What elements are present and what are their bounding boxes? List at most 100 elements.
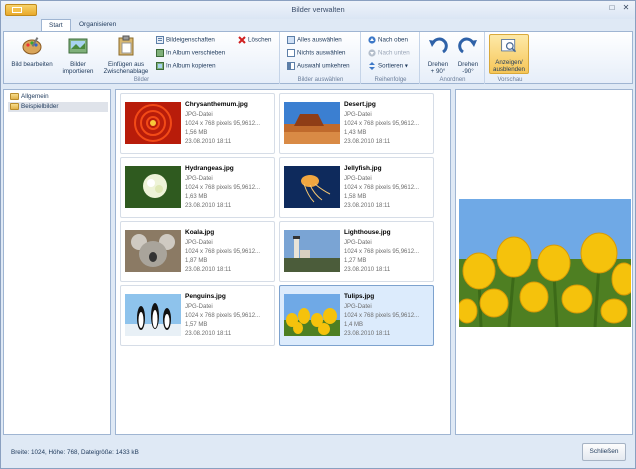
group-reihenfolge-label: Reihenfolge [374,77,407,83]
image-card-hydrangeas[interactable]: Hydrangeas.jpg JPG-Datei 1024 x 768 pixe… [120,157,275,218]
image-date: 23.08.2010 18:11 [344,139,391,145]
maximize-button[interactable]: □ [605,3,619,12]
move-up-button[interactable]: Nach oben [368,36,408,46]
image-name: Tulips.jpg [344,293,375,300]
move-down-label: Nach unten [378,49,410,57]
folder-icon [10,103,19,110]
sort-button[interactable]: Sortieren ▾ [368,62,408,72]
toggle-preview-button[interactable]: Anzeigen/ ausblenden [489,34,529,74]
image-date: 23.08.2010 18:11 [344,203,391,209]
maximize-icon: □ [609,3,615,12]
rotate-plus-label-2: + 90° [430,68,446,75]
copy-to-album-button[interactable]: In Album kopieren [156,62,216,72]
image-card-jellyfish[interactable]: Jellyfish.jpg JPG-Datei 1024 x 768 pixel… [279,157,434,218]
image-card-penguins[interactable]: Penguins.jpg JPG-Datei 1024 x 768 pixels… [120,285,275,346]
image-list: Chrysanthemum.jpg JPG-Datei 1024 x 768 p… [115,89,451,435]
select-none-button[interactable]: Nichts auswählen [287,49,346,59]
toggle-preview-label-2: ausblenden [493,66,525,73]
edit-image-button[interactable]: Bild bearbeiten [7,35,57,68]
delete-button[interactable]: Löschen [238,36,271,46]
close-button[interactable]: Schließen [582,443,626,461]
select-all-icon [287,36,295,44]
image-size: 1,4 MB [344,322,364,328]
paste-clipboard-button[interactable]: Einfügen aus Zwischenablage [100,35,152,75]
close-window-button[interactable]: ✕ [619,3,633,12]
arrow-up-icon [368,36,376,44]
image-card-koala[interactable]: Koala.jpg JPG-Datei 1024 x 768 pixels 95… [120,221,275,282]
image-size: 1,87 MB [185,258,208,264]
window-title: Bilder verwalten [291,5,345,14]
close-icon: ✕ [622,3,630,12]
image-date: 23.08.2010 18:11 [185,267,232,273]
preview-panel [455,89,633,435]
group-vorschau-label: Vorschau [497,77,523,83]
image-type: JPG-Datei [185,240,213,246]
rotate-minus-label-2: -90° [462,68,474,75]
thumbnail-lighthouse [284,230,340,272]
image-dimensions: 1024 x 768 pixels 95,9612... [344,121,420,127]
paste-label-2: Zwischenablage [103,68,149,75]
rotate-minus-label-1: Drehen [457,61,479,68]
thumbnail-jellyfish [284,166,340,208]
select-all-button[interactable]: Alles auswählen [287,36,342,46]
clipboard-icon [118,35,134,56]
group-auswahl: Alles auswählen Nichts auswählen Auswahl… [281,32,361,84]
thumbnail-penguins [125,294,181,336]
image-dimensions: 1024 x 768 pixels 95,9612... [344,249,420,255]
image-name: Hydrangeas.jpg [185,165,234,172]
delete-x-icon [238,36,246,44]
image-card-tulips[interactable]: Tulips.jpg JPG-Datei 1024 x 768 pixels 9… [279,285,434,346]
invert-selection-button[interactable]: Auswahl umkehren [287,62,350,72]
image-type: JPG-Datei [185,176,213,182]
image-size: 1,43 MB [344,130,367,136]
image-size: 1,63 MB [185,194,208,200]
image-size: 1,56 MB [185,130,208,136]
image-properties-button[interactable]: Bildeigenschaften [156,36,215,46]
image-card-desert[interactable]: Desert.jpg JPG-Datei 1024 x 768 pixels 9… [279,93,434,154]
select-none-label: Nichts auswählen [297,49,346,57]
delete-label: Löschen [248,36,272,44]
image-date: 23.08.2010 18:11 [344,331,391,337]
title-bar: Bilder verwalten □ ✕ [1,1,635,19]
preview-icon [501,39,517,53]
image-date: 23.08.2010 18:11 [185,203,232,209]
image-card-chrysanthemum[interactable]: Chrysanthemum.jpg JPG-Datei 1024 x 768 p… [120,93,275,154]
move-to-album-button[interactable]: In Album verschieben [156,49,225,59]
import-label-1: Bilder [70,61,86,68]
ribbon: Bild bearbeiten Bilder importieren Einfü… [3,31,633,84]
image-card-lighthouse[interactable]: Lighthouse.jpg JPG-Datei 1024 x 768 pixe… [279,221,434,282]
arrow-down-icon [368,49,376,57]
group-anordnen-label: Anordnen [439,77,466,83]
image-name: Jellyfish.jpg [344,165,382,172]
image-type: JPG-Datei [344,112,372,118]
thumbnail-koala [125,230,181,272]
image-date: 23.08.2010 18:11 [185,139,232,145]
tree-item-allgemein[interactable]: Allgemein [8,92,108,102]
image-date: 23.08.2010 18:11 [344,267,391,273]
image-size: 1,57 MB [185,322,208,328]
group-bilder: Bild bearbeiten Bilder importieren Einfü… [4,32,280,84]
image-name: Lighthouse.jpg [344,229,391,236]
tree-item-beispielbilder[interactable]: Beispielbilder [8,102,108,112]
move-up-label: Nach oben [378,36,408,44]
image-dimensions: 1024 x 768 pixels 95,9612... [344,313,420,319]
image-type: JPG-Datei [185,304,213,310]
image-dimensions: 1024 x 768 pixels 95,9612... [344,185,420,191]
sort-icon [369,62,375,70]
group-auswahl-label: Bilder auswählen [297,77,344,83]
folder-icon [10,93,19,100]
group-anordnen: Drehen + 90° Drehen -90° Anordnen [421,32,485,84]
image-type: JPG-Datei [344,304,372,310]
image-date: 23.08.2010 18:11 [185,331,232,337]
sort-label: Sortieren ▾ [378,62,408,70]
group-reihenfolge: Nach oben Nach unten Sortieren ▾ Reihenf… [362,32,420,84]
import-images-button[interactable]: Bilder importieren [57,35,99,75]
move-to-album-label: In Album verschieben [166,49,226,57]
image-type: JPG-Datei [344,240,372,246]
move-down-button[interactable]: Nach unten [368,49,410,59]
rotate-plus-90-button[interactable]: Drehen + 90° [423,35,453,75]
rotate-minus-90-button[interactable]: Drehen -90° [453,35,483,75]
tree-item-label: Allgemein [21,93,49,100]
copy-album-icon [156,62,164,70]
thumbnail-desert [284,102,340,144]
